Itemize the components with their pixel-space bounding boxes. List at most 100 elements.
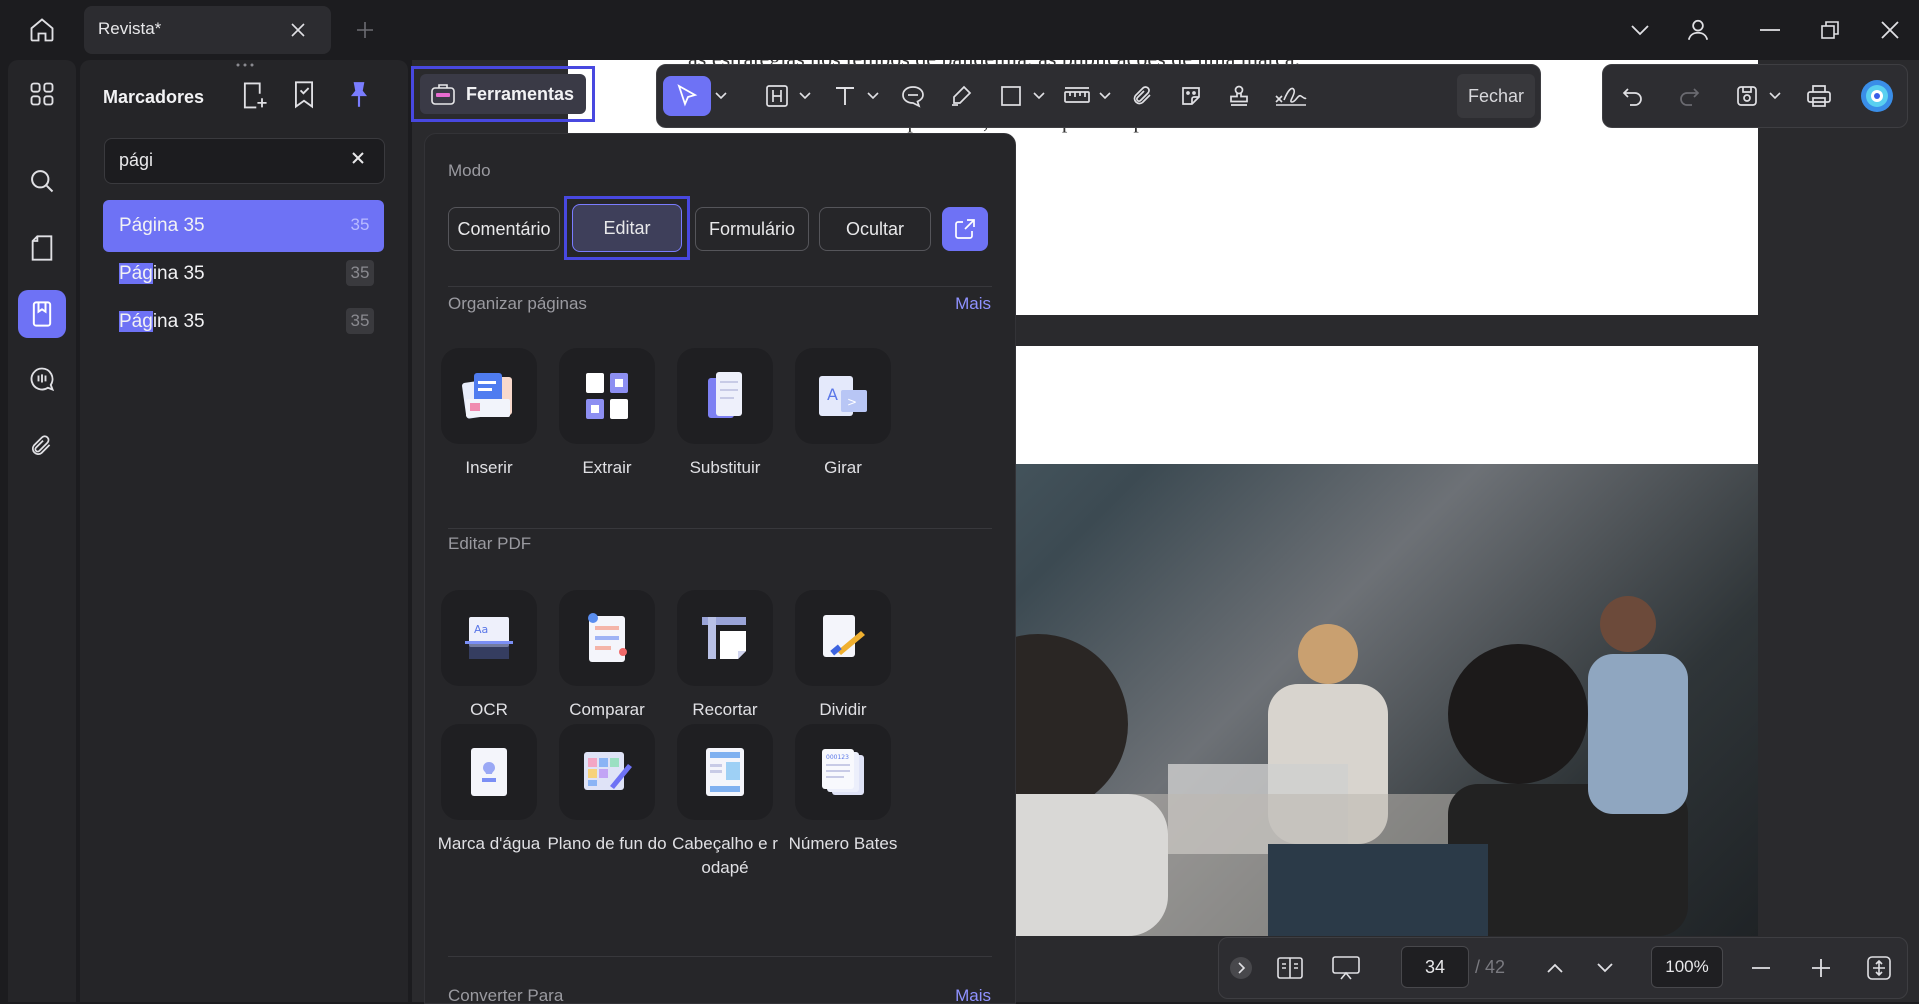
tool-split[interactable]: Dividir: [783, 590, 903, 722]
user-account-icon[interactable]: [1678, 12, 1718, 48]
search-icon[interactable]: [18, 157, 66, 205]
tool-replace[interactable]: Substituir: [665, 348, 785, 480]
search-match-highlight: Pág: [119, 263, 153, 284]
fit-page-icon[interactable]: [1861, 948, 1897, 988]
tool-label: Recortar: [692, 700, 758, 719]
watermark-icon: [441, 724, 537, 820]
tool-label: Marca d'água: [437, 834, 541, 853]
divider: [448, 286, 992, 287]
zoom-out-icon[interactable]: [1743, 948, 1779, 988]
presentation-icon[interactable]: [1325, 948, 1367, 988]
chevron-down-icon[interactable]: [1031, 76, 1047, 116]
edit-pdf-section-title: Editar PDF: [448, 534, 532, 553]
attach-file-tool-icon[interactable]: [1123, 76, 1163, 116]
tool-header-footer[interactable]: Cabeçalho e r odapé: [665, 724, 785, 880]
close-tools-button[interactable]: Fechar: [1457, 74, 1535, 118]
compare-icon: [559, 590, 655, 686]
new-tab-icon[interactable]: [350, 14, 380, 46]
convert-section-title: Converter Para: [448, 986, 564, 1004]
convert-more-link[interactable]: Mais: [955, 986, 991, 1003]
tool-label: Número Bates: [788, 834, 898, 853]
divider: [448, 956, 992, 957]
chevron-down-icon[interactable]: [1620, 14, 1660, 46]
bookmark-item[interactable]: Página 35 35: [103, 296, 384, 348]
restore-window-icon[interactable]: [1808, 14, 1852, 46]
drag-handle[interactable]: [230, 62, 260, 70]
zoom-level[interactable]: 100%: [1651, 946, 1723, 988]
signature-tool-icon[interactable]: [1269, 76, 1313, 116]
header-footer-icon: [677, 724, 773, 820]
mode-redact-button[interactable]: Ocultar: [819, 207, 931, 251]
pin-icon[interactable]: [346, 80, 378, 114]
redo-icon[interactable]: [1669, 76, 1709, 116]
previous-page-icon[interactable]: [1537, 948, 1573, 988]
text-box-tool-icon[interactable]: [757, 76, 797, 116]
thumbnails-icon[interactable]: [18, 70, 66, 118]
next-page-icon[interactable]: [1587, 948, 1623, 988]
total-pages: / 42: [1475, 957, 1506, 977]
mode-form-button[interactable]: Formulário: [695, 207, 809, 251]
tool-extract[interactable]: Extrair: [547, 348, 667, 480]
comments-icon[interactable]: [18, 355, 66, 403]
bookmark-search-input[interactable]: pági: [104, 138, 385, 184]
sticker-tool-icon[interactable]: [1171, 76, 1211, 116]
tool-watermark[interactable]: Marca d'água: [429, 724, 549, 856]
tool-compare[interactable]: Comparar: [547, 590, 667, 722]
stamp-tool-icon[interactable]: [1219, 76, 1259, 116]
undo-icon[interactable]: [1613, 76, 1653, 116]
mode-edit-button[interactable]: Editar: [572, 204, 682, 252]
organize-more-link[interactable]: Mais: [955, 294, 991, 314]
title-bar: Revista*: [0, 0, 1919, 60]
bookmark-item[interactable]: Página 35 35: [103, 200, 384, 252]
measure-tool-icon[interactable]: [1057, 76, 1097, 116]
tools-button[interactable]: Ferramentas: [420, 74, 586, 114]
chevron-down-icon[interactable]: [1767, 76, 1783, 116]
bookmark-page-number: 35: [346, 308, 374, 334]
bates-number-icon: 000123: [795, 724, 891, 820]
print-icon[interactable]: [1799, 76, 1839, 116]
attachment-icon[interactable]: [18, 422, 66, 470]
left-rail: [8, 60, 76, 1002]
tool-bates-number[interactable]: 000123 Número Bates: [783, 724, 903, 856]
tools-button-label: Ferramentas: [466, 83, 575, 104]
mode-comment-button[interactable]: Comentário: [448, 207, 560, 251]
home-icon[interactable]: [20, 10, 64, 50]
chevron-down-icon[interactable]: [713, 76, 729, 116]
document-tab[interactable]: Revista*: [84, 6, 331, 54]
close-window-icon[interactable]: [1868, 14, 1912, 46]
ocr-icon: Aa: [441, 590, 537, 686]
bookmark-item[interactable]: Página 35 35: [103, 248, 384, 300]
tool-ocr[interactable]: Aa OCR: [429, 590, 549, 722]
highlighter-tool-icon[interactable]: [941, 76, 981, 116]
page-layout-icon[interactable]: [1269, 948, 1311, 988]
clear-search-icon[interactable]: [351, 151, 371, 171]
bookmark-icon[interactable]: [292, 80, 324, 114]
close-tab-icon[interactable]: [284, 18, 312, 42]
tool-background[interactable]: Plano de fun do: [547, 724, 667, 856]
minimize-icon[interactable]: [1748, 14, 1792, 46]
add-bookmark-icon[interactable]: [240, 80, 272, 114]
tool-insert[interactable]: Inserir: [429, 348, 549, 480]
tools-button-highlight: Ferramentas: [411, 66, 595, 122]
text-tool-icon[interactable]: [825, 76, 865, 116]
bookmarks-panel: Marcadores pági Página 35 35 Página 35 3…: [80, 60, 408, 1002]
chevron-down-icon[interactable]: [865, 76, 881, 116]
save-icon[interactable]: [1727, 76, 1767, 116]
bookmarks-rail-icon[interactable]: [18, 290, 66, 338]
page-number-input[interactable]: 34: [1401, 946, 1469, 988]
zoom-in-icon[interactable]: [1803, 948, 1839, 988]
select-tool-icon[interactable]: [663, 76, 711, 116]
open-external-icon[interactable]: [942, 207, 988, 251]
ai-assistant-icon[interactable]: [1857, 76, 1897, 116]
tool-crop[interactable]: Recortar: [665, 590, 785, 722]
pages-icon[interactable]: [18, 224, 66, 272]
rectangle-tool-icon[interactable]: [991, 76, 1031, 116]
chevron-down-icon[interactable]: [1097, 76, 1113, 116]
chevron-down-icon[interactable]: [797, 76, 813, 116]
tool-label: Comparar: [569, 700, 645, 719]
comment-tool-icon[interactable]: [893, 76, 933, 116]
replace-pages-icon: [677, 348, 773, 444]
organize-section-title: Organizar páginas: [448, 294, 587, 313]
tool-rotate[interactable]: A > Girar: [783, 348, 903, 480]
collapse-icon[interactable]: [1225, 948, 1257, 988]
